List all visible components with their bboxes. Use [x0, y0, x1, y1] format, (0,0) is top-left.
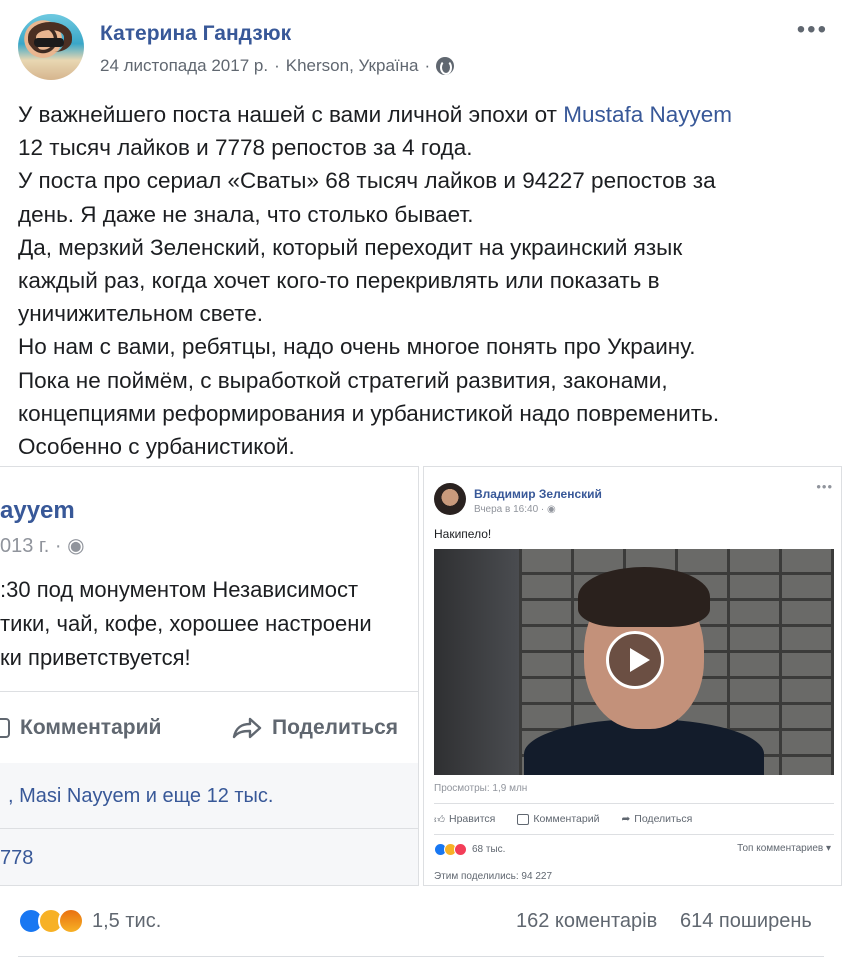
more-dots-icon[interactable]: ••• [797, 16, 828, 44]
post-line: день. Я даже не знала, что столько бывае… [18, 201, 474, 227]
post-date[interactable]: 24 листопада 2017 р. [100, 56, 268, 76]
play-icon [606, 631, 664, 689]
globe-icon[interactable] [436, 57, 455, 75]
reactions-summary[interactable]: 1,5 тис. [18, 908, 161, 934]
left-card-share-button: Поделиться [232, 716, 398, 740]
post-line: У поста про сериал «Сваты» 68 тысяч лайк… [18, 168, 716, 194]
thumbs-up-icon: 👍︎ [434, 813, 445, 826]
left-screenshot-card[interactable]: ayyem 013 г. · ◉ :30 под монументом Неза… [0, 466, 419, 886]
author-avatar[interactable] [18, 14, 84, 80]
globe-icon: ◉ [67, 535, 85, 557]
post-line: У важнейшего поста нашей с вами личной э… [18, 102, 733, 127]
post-line: Особенно с урбанистикой. [18, 434, 295, 460]
divider [18, 956, 824, 957]
left-card-author: ayyem [0, 497, 75, 524]
left-card-likes: , Masi Nayyem и еще 12 тыс. [0, 763, 418, 829]
right-card-avatar [434, 483, 466, 515]
post-line: Но нам с вами, ребятцы, надо очень много… [18, 334, 696, 360]
right-card-top-comments: Топ комментариев ▾ [737, 843, 831, 854]
comments-count-link[interactable]: 162 коментарів [516, 910, 657, 933]
left-card-line: ки приветствуется! [0, 645, 191, 670]
meta-separator: · [274, 56, 280, 75]
right-card-share: ➦ Поделиться [621, 813, 693, 825]
share-arrow-icon [232, 717, 262, 739]
post-line: уничижительном свете. [18, 301, 264, 327]
post-line: Да, мерзкий Зеленский, который переходит… [18, 234, 683, 260]
left-card-date: 013 г. · ◉ [0, 535, 85, 557]
more-dots-icon: ••• [816, 479, 833, 494]
right-card-time: Вчера в 16:40 · ◉ [474, 504, 556, 515]
left-card-line: :30 под монументом Независимост [0, 577, 359, 602]
meta-separator-2: · [424, 56, 431, 75]
left-card-shares: 778 [0, 829, 418, 885]
post-line: концепциями реформирования и урбанистико… [18, 400, 720, 426]
right-card-like: 👍︎ Нравится [434, 813, 496, 826]
left-card-line: тики, чай, кофе, хорошее настроени [0, 611, 372, 636]
right-card-text: Накипело! [434, 527, 492, 541]
left-card-comment-button: Комментарий [0, 716, 161, 740]
author-name[interactable]: Катерина Гандзюк [100, 22, 291, 46]
post-line: каждый раз, когда хочет кого-то перекрив… [18, 268, 660, 294]
comment-icon [0, 718, 10, 738]
left-card-actions: Комментарий Поделиться [0, 691, 418, 765]
right-card-shared: Этим поделились: 94 227 [434, 871, 553, 882]
post-line: Пока не поймём, с выработкой стратегий р… [18, 367, 668, 393]
love-reaction-icon [454, 842, 467, 856]
post-meta: 24 листопада 2017 р. · Kherson, Україна … [100, 56, 455, 76]
shares-count-link[interactable]: 614 поширень [680, 910, 812, 933]
right-card-comment: Комментарий [517, 813, 599, 825]
angry-reaction-icon [58, 908, 84, 934]
post-location[interactable]: Kherson, Україна [286, 56, 419, 76]
comment-icon [517, 813, 530, 825]
right-card-author: Владимир Зеленский [474, 487, 602, 501]
globe-icon: ◉ [547, 504, 556, 515]
right-screenshot-card[interactable]: Владимир Зеленский Вчера в 16:40 · ◉ •••… [423, 466, 842, 886]
reactions-count[interactable]: 1,5 тис. [92, 910, 161, 933]
mentioned-user-link[interactable]: Mustafa Nayyem [563, 102, 732, 127]
post-line: 12 тысяч лайков и 7778 репостов за 4 год… [18, 135, 473, 161]
right-card-actions: 👍︎ Нравится Комментарий ➦ Поделиться [434, 803, 834, 835]
right-card-views: Просмотры: 1,9 млн [434, 783, 528, 794]
share-arrow-icon: ➦ [621, 813, 631, 825]
post-text: У важнейшего поста нашей с вами личной э… [18, 98, 818, 463]
video-thumbnail [434, 549, 834, 775]
